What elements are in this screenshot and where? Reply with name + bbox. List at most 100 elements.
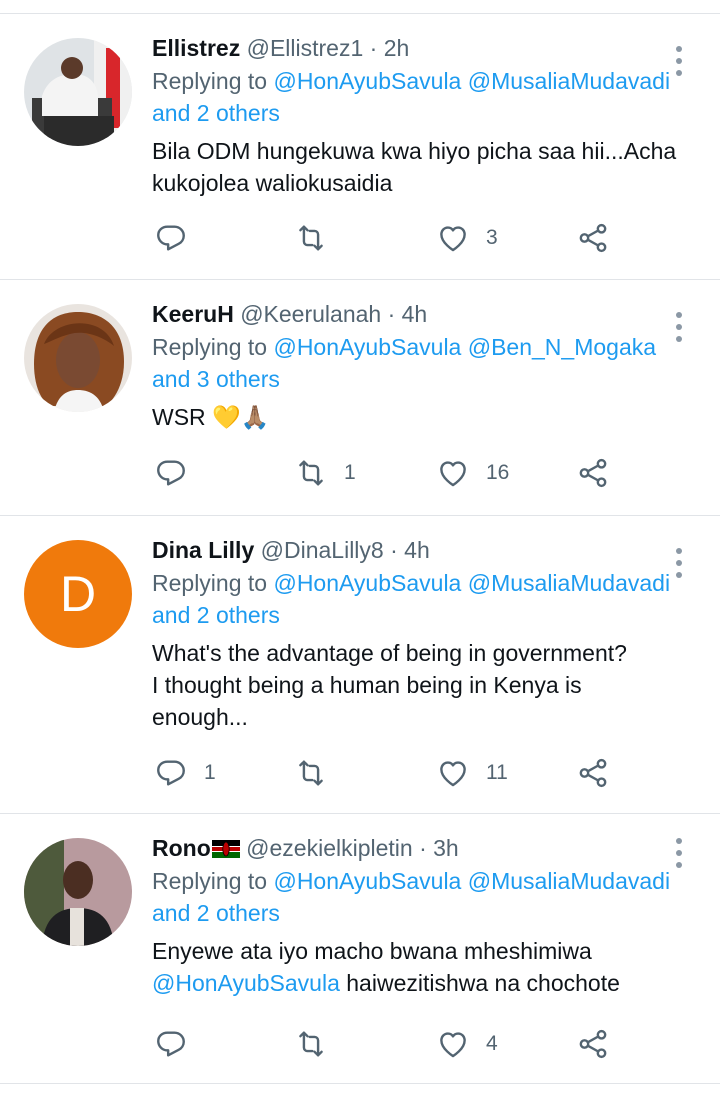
tweet-text-line: haiwezitishwa na chochote xyxy=(339,970,620,996)
share-button[interactable] xyxy=(576,1024,610,1064)
replying-to-label: Replying to xyxy=(152,68,268,94)
avatar-photo xyxy=(24,38,132,146)
like-count: 4 xyxy=(486,1032,498,1055)
avatar[interactable] xyxy=(24,38,132,146)
mention-link[interactable]: @Ben_N_Mogaka xyxy=(468,334,656,360)
tweet-header: Rono @ezekielkipletin · 3h xyxy=(152,833,684,863)
reply-icon xyxy=(154,1027,188,1061)
tweet[interactable]: Ellistrez @Ellistrez1 · 2h Replying to @… xyxy=(0,14,720,280)
timestamp[interactable]: · 2h xyxy=(370,35,410,61)
timestamp[interactable]: · 4h xyxy=(390,537,430,563)
retweet-icon xyxy=(294,756,328,790)
more-vertical-icon[interactable] xyxy=(668,46,690,76)
mention-link[interactable]: @MusaliaMudavadi xyxy=(468,570,670,596)
timestamp[interactable]: · 4h xyxy=(388,301,428,327)
tweet-text-content: WSR 💛🙏🏽 xyxy=(152,404,270,430)
reply-icon xyxy=(154,221,188,255)
heart-icon xyxy=(436,756,470,790)
retweet-button[interactable] xyxy=(294,1024,344,1064)
mention-link[interactable]: @HonAyubSavula xyxy=(273,570,461,596)
more-vertical-icon[interactable] xyxy=(668,548,690,578)
reply-button[interactable]: 1 xyxy=(154,753,216,793)
like-count: 16 xyxy=(486,461,510,484)
others-link[interactable]: and 2 others xyxy=(152,900,280,926)
mention-link[interactable]: @HonAyubSavula xyxy=(273,68,461,94)
tweet[interactable]: Rono @ezekielkipletin · 3h Replying to @… xyxy=(0,814,720,1084)
like-button[interactable]: 3 xyxy=(436,218,498,258)
replying-to: Replying to @HonAyubSavula @MusaliaMudav… xyxy=(152,65,684,129)
avatar-letter: D xyxy=(24,540,132,648)
action-bar: 4 xyxy=(152,1024,660,1064)
handle[interactable]: @Keerulanah xyxy=(240,301,381,327)
display-name[interactable]: KeeruH xyxy=(152,301,234,327)
handle[interactable]: @ezekielkipletin xyxy=(246,835,413,861)
replying-to-label: Replying to xyxy=(152,570,268,596)
more-vertical-icon[interactable] xyxy=(668,838,690,868)
mention-link[interactable]: @MusaliaMudavadi xyxy=(468,868,670,894)
like-count: 11 xyxy=(486,761,508,784)
avatar[interactable] xyxy=(24,304,132,412)
share-icon xyxy=(576,221,610,255)
mention-link[interactable]: @HonAyubSavula xyxy=(152,970,340,996)
retweet-icon xyxy=(294,221,328,255)
action-bar: 1 16 xyxy=(152,453,660,493)
reply-icon xyxy=(154,456,188,490)
tweet-text-line: enough... xyxy=(152,704,248,730)
share-icon xyxy=(576,456,610,490)
reply-button[interactable] xyxy=(154,218,204,258)
retweet-button[interactable]: 1 xyxy=(294,453,356,493)
tweet-header: Dina Lilly @DinaLilly8 · 4h xyxy=(152,535,684,565)
avatar-photo xyxy=(24,838,132,946)
share-button[interactable] xyxy=(576,453,610,493)
tweet-text-content: Bila ODM hungekuwa kwa hiyo picha saa hi… xyxy=(152,138,677,196)
avatar-photo xyxy=(24,304,132,412)
heart-icon xyxy=(436,456,470,490)
heart-icon xyxy=(436,1027,470,1061)
retweet-button[interactable] xyxy=(294,218,344,258)
handle[interactable]: @DinaLilly8 xyxy=(261,537,384,563)
like-button[interactable]: 4 xyxy=(436,1024,498,1064)
like-button[interactable]: 16 xyxy=(436,453,509,493)
others-link[interactable]: and 2 others xyxy=(152,602,280,628)
like-count: 3 xyxy=(486,226,498,249)
replying-to-label: Replying to xyxy=(152,334,268,360)
mention-link[interactable]: @MusaliaMudavadi xyxy=(468,68,670,94)
divider xyxy=(0,0,720,14)
tweet-text: Bila ODM hungekuwa kwa hiyo picha saa hi… xyxy=(152,135,684,199)
reply-button[interactable] xyxy=(154,453,204,493)
share-button[interactable] xyxy=(576,218,610,258)
display-name[interactable]: Rono xyxy=(152,835,211,861)
others-link[interactable]: and 2 others xyxy=(152,100,280,126)
retweet-button[interactable] xyxy=(294,753,344,793)
tweet[interactable]: KeeruH @Keerulanah · 4h Replying to @Hon… xyxy=(0,280,720,516)
mention-link[interactable]: @HonAyubSavula xyxy=(273,868,461,894)
tweet-header: Ellistrez @Ellistrez1 · 2h xyxy=(152,33,684,63)
reply-count: 1 xyxy=(204,761,216,784)
like-button[interactable]: 11 xyxy=(436,753,508,793)
avatar[interactable]: D xyxy=(24,540,132,648)
action-bar: 3 xyxy=(152,218,660,258)
retweet-count: 1 xyxy=(344,461,356,484)
more-vertical-icon[interactable] xyxy=(668,312,690,342)
share-button[interactable] xyxy=(576,753,610,793)
replying-to-label: Replying to xyxy=(152,868,268,894)
reply-icon xyxy=(154,756,188,790)
display-name[interactable]: Dina Lilly xyxy=(152,537,254,563)
avatar[interactable] xyxy=(24,838,132,946)
mention-link[interactable]: @HonAyubSavula xyxy=(273,334,461,360)
tweet-text: WSR 💛🙏🏽 xyxy=(152,401,684,433)
timestamp[interactable]: · 3h xyxy=(419,835,459,861)
others-link[interactable]: and 3 others xyxy=(152,366,280,392)
handle[interactable]: @Ellistrez1 xyxy=(247,35,364,61)
retweet-icon xyxy=(294,456,328,490)
display-name[interactable]: Ellistrez xyxy=(152,35,240,61)
reply-button[interactable] xyxy=(154,1024,204,1064)
share-icon xyxy=(576,756,610,790)
tweet-text-line: I thought being a human being in Kenya i… xyxy=(152,672,582,698)
retweet-icon xyxy=(294,1027,328,1061)
replying-to: Replying to @HonAyubSavula @MusaliaMudav… xyxy=(152,567,684,631)
tweet-text-line: Enyewe ata iyo macho bwana mheshimiwa xyxy=(152,938,592,964)
tweet[interactable]: D Dina Lilly @DinaLilly8 · 4h Replying t… xyxy=(0,516,720,814)
tweet-header: KeeruH @Keerulanah · 4h xyxy=(152,299,684,329)
replying-to: Replying to @HonAyubSavula @MusaliaMudav… xyxy=(152,865,684,929)
